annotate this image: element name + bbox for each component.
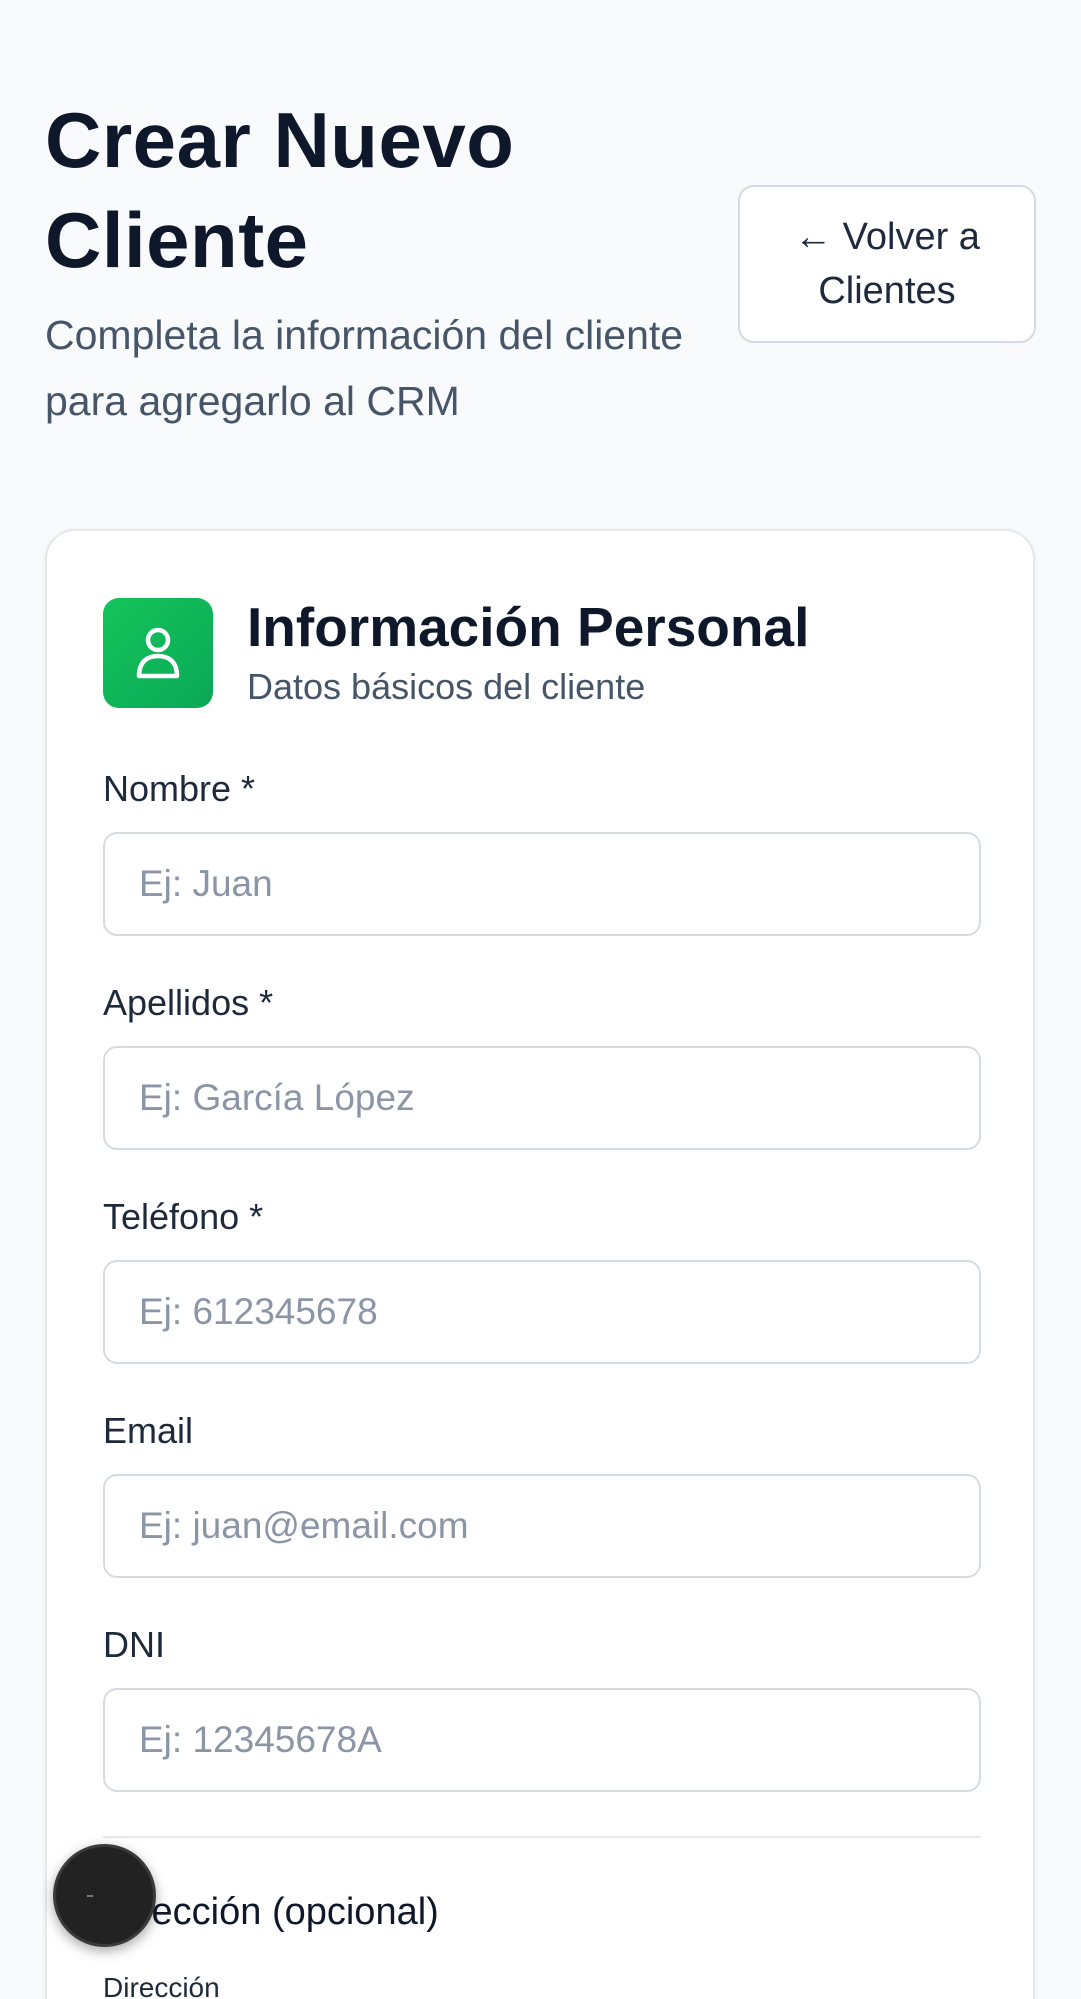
nombre-input[interactable] (103, 832, 981, 936)
telefono-field-group: Teléfono * (103, 1194, 981, 1364)
apellidos-input[interactable] (103, 1046, 981, 1150)
dni-field-group: DNI (103, 1622, 981, 1792)
nombre-field-group: Nombre * (103, 766, 981, 936)
section-title: Información Personal (247, 596, 810, 658)
section-divider (103, 1836, 981, 1838)
create-client-page: Crear Nuevo Cliente Completa la informac… (0, 0, 1081, 1999)
telefono-label: Teléfono * (103, 1196, 264, 1237)
email-input[interactable] (103, 1474, 981, 1578)
page-subtitle: Completa la información del cliente para… (45, 312, 684, 424)
section-subtitle: Datos básicos del cliente (247, 666, 646, 707)
user-icon (103, 598, 213, 708)
dni-label: DNI (103, 1624, 165, 1665)
telefono-input[interactable] (103, 1260, 981, 1364)
dni-input[interactable] (103, 1688, 981, 1792)
email-field-group: Email (103, 1408, 981, 1578)
personal-info-card: Información Personal Datos básicos del c… (45, 529, 1035, 1999)
nombre-label: Nombre * (103, 768, 256, 809)
apellidos-field-group: Apellidos * (103, 980, 981, 1150)
apellidos-label: Apellidos * (103, 982, 274, 1023)
section-header: Información Personal Datos básicos del c… (103, 596, 983, 708)
dash-icon (86, 1894, 93, 1897)
email-label: Email (103, 1410, 194, 1451)
address-label: Dirección (103, 1972, 220, 1999)
back-to-clients-button[interactable]: ← Volver a Clientes (738, 185, 1036, 343)
floating-action-button[interactable] (53, 1844, 156, 1947)
page-title: Crear Nuevo Cliente (45, 96, 515, 284)
